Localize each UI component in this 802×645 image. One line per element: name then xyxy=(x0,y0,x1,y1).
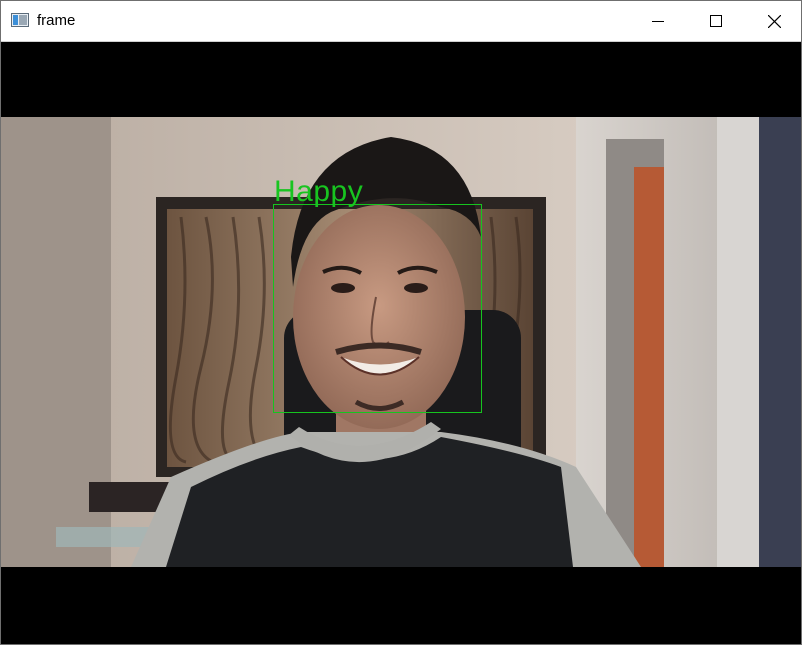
maximize-icon xyxy=(710,15,722,27)
window-title: frame xyxy=(37,12,76,29)
minimize-icon xyxy=(652,21,664,22)
video-viewport: Happy xyxy=(1,42,801,644)
app-window: frame Happy xyxy=(0,0,802,645)
face-detection-box xyxy=(273,204,482,413)
maximize-button[interactable] xyxy=(687,1,745,41)
opencv-window-icon xyxy=(11,13,29,27)
close-button[interactable] xyxy=(745,1,801,41)
minimize-button[interactable] xyxy=(629,1,687,41)
emotion-label: Happy xyxy=(274,175,364,208)
title-bar[interactable]: frame xyxy=(1,1,801,42)
camera-frame: Happy xyxy=(1,117,801,567)
close-icon xyxy=(767,14,781,28)
